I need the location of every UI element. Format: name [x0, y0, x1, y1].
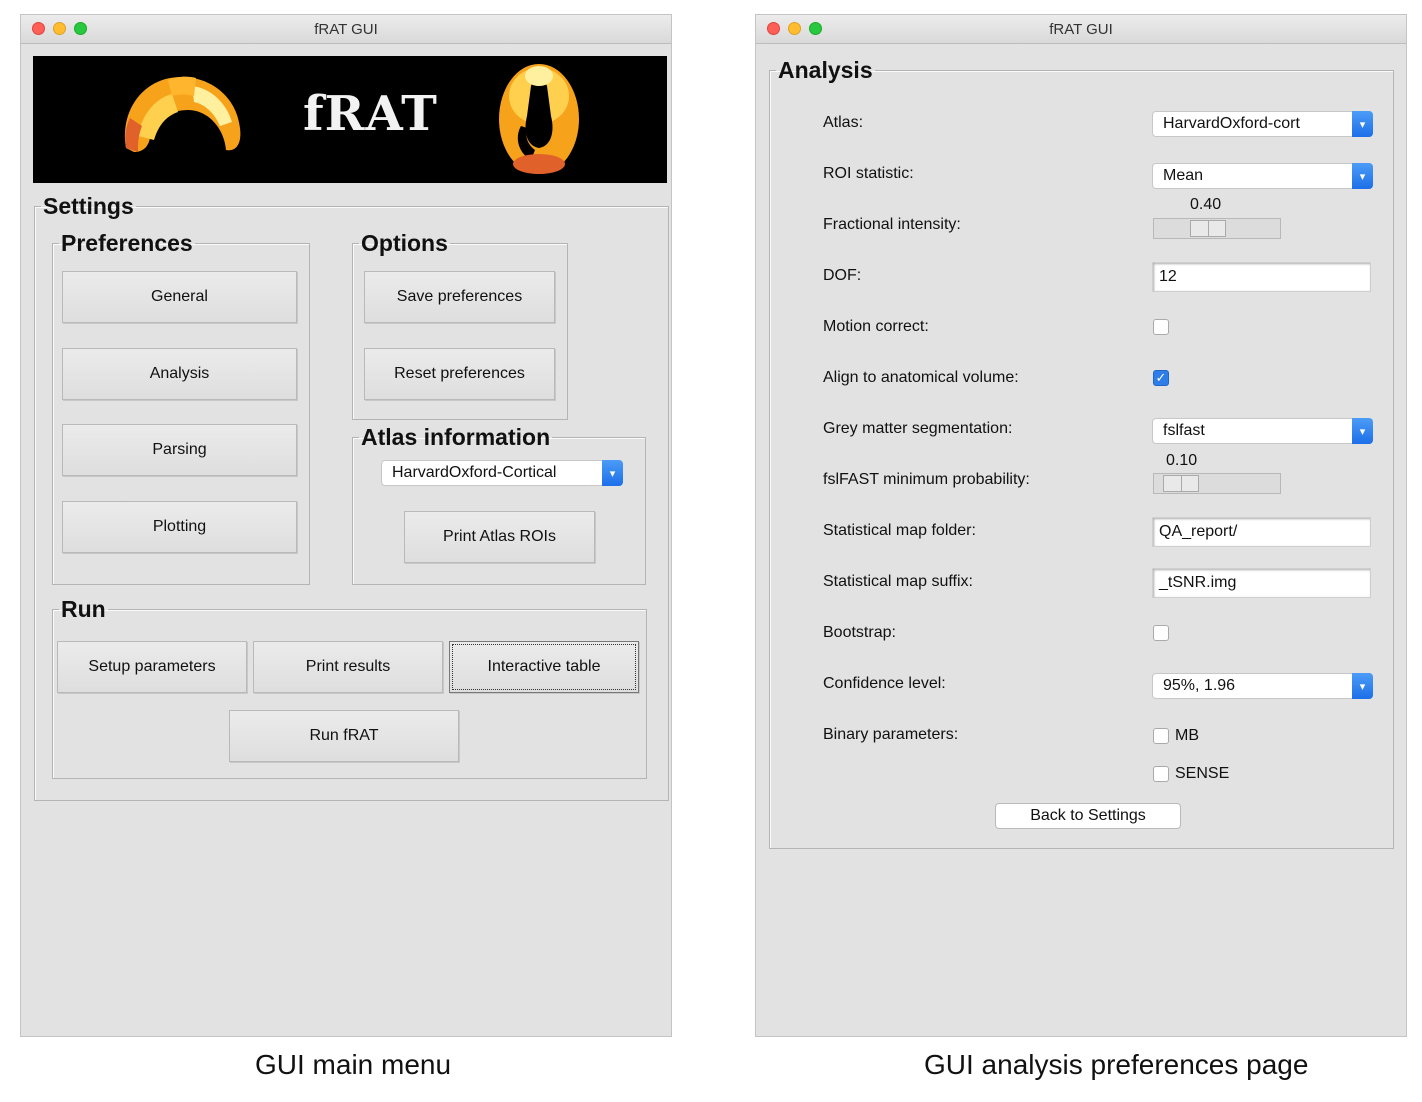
grey-matter-select[interactable]: fslfast ▾	[1152, 418, 1373, 444]
fslfast-min-prob-label: fslFAST minimum probability:	[823, 471, 1030, 488]
atlas-select-value: HarvardOxford-cort	[1163, 115, 1300, 132]
fslfast-min-prob-value: 0.10	[1166, 452, 1198, 469]
print-results-button[interactable]: Print results	[253, 641, 443, 693]
bootstrap-checkbox[interactable]	[1153, 625, 1169, 641]
logo-text: fRAT	[303, 86, 438, 142]
chevron-down-icon: ▾	[1352, 418, 1373, 444]
chevron-down-icon: ▾	[602, 460, 623, 486]
preferences-legend: Preferences	[61, 230, 193, 256]
left-caption: GUI main menu	[255, 1049, 452, 1080]
frat-banner: fRAT	[33, 56, 667, 183]
sense-label: SENSE	[1175, 765, 1230, 782]
setup-parameters-button[interactable]: Setup parameters	[57, 641, 247, 693]
title-bar: fRAT GUI	[756, 15, 1406, 44]
chevron-down-icon: ▾	[1352, 673, 1373, 699]
title-bar: fRAT GUI	[21, 15, 671, 44]
analysis-button[interactable]: Analysis	[62, 348, 297, 400]
mb-checkbox[interactable]	[1153, 728, 1169, 744]
confidence-level-select[interactable]: 95%, 1.96 ▾	[1152, 673, 1373, 699]
settings-legend: Settings	[43, 193, 134, 219]
dof-field[interactable]: 12	[1152, 262, 1371, 292]
interactive-table-button[interactable]: Interactive table	[449, 641, 639, 693]
back-to-settings-button[interactable]: Back to Settings	[995, 803, 1181, 829]
atlas-label: Atlas:	[823, 114, 864, 131]
grey-matter-value: fslfast	[1163, 422, 1205, 439]
right-caption: GUI analysis preferences page	[924, 1049, 1309, 1080]
stat-map-folder-label: Statistical map folder:	[823, 522, 976, 539]
brain-sagittal-icon	[124, 76, 241, 152]
align-anatomical-label: Align to anatomical volume:	[823, 369, 1019, 386]
sense-checkbox[interactable]	[1153, 766, 1169, 782]
slider-thumb[interactable]	[1190, 220, 1226, 237]
atlas-information-legend: Atlas information	[361, 424, 551, 450]
mb-label: MB	[1175, 727, 1199, 744]
fslfast-min-prob-slider[interactable]	[1153, 473, 1281, 494]
reset-preferences-button[interactable]: Reset preferences	[364, 348, 555, 400]
stat-map-suffix-field[interactable]: _tSNR.img	[1152, 568, 1371, 598]
roi-statistic-select[interactable]: Mean ▾	[1152, 163, 1373, 189]
stat-map-folder-field[interactable]: QA_report/	[1152, 517, 1371, 547]
options-legend: Options	[361, 230, 448, 256]
motion-correct-label: Motion correct:	[823, 318, 929, 335]
grey-matter-label: Grey matter segmentation:	[823, 420, 1013, 437]
fractional-intensity-slider[interactable]	[1153, 218, 1281, 239]
atlas-select[interactable]: HarvardOxford-cort ▾	[1152, 111, 1373, 137]
window-title: fRAT GUI	[1049, 21, 1113, 38]
align-anatomical-checkbox[interactable]: ✓	[1153, 370, 1169, 386]
run-legend: Run	[61, 596, 106, 622]
parsing-button[interactable]: Parsing	[62, 424, 297, 476]
window-title: fRAT GUI	[314, 21, 378, 38]
atlas-select-value: HarvardOxford-Cortical	[392, 464, 557, 481]
run-frat-button[interactable]: Run fRAT	[229, 710, 459, 762]
plotting-button[interactable]: Plotting	[62, 501, 297, 553]
main-menu-window: fRAT GUI fRAT Settings Preferences Gener…	[20, 14, 672, 1037]
analysis-preferences-window: fRAT GUI Analysis Atlas: HarvardOxford-c…	[755, 14, 1407, 1037]
general-button[interactable]: General	[62, 271, 297, 323]
save-preferences-button[interactable]: Save preferences	[364, 271, 555, 323]
fractional-intensity-label: Fractional intensity:	[823, 216, 961, 233]
binary-parameters-label: Binary parameters:	[823, 726, 959, 743]
chevron-down-icon: ▾	[1352, 163, 1373, 189]
dof-label: DOF:	[823, 267, 862, 284]
print-atlas-rois-button[interactable]: Print Atlas ROIs	[404, 511, 595, 563]
roi-statistic-value: Mean	[1163, 167, 1204, 184]
analysis-legend: Analysis	[778, 57, 873, 83]
confidence-level-label: Confidence level:	[823, 675, 946, 692]
slider-thumb[interactable]	[1163, 475, 1199, 492]
motion-correct-checkbox[interactable]	[1153, 319, 1169, 335]
stat-map-suffix-label: Statistical map suffix:	[823, 573, 973, 590]
bootstrap-label: Bootstrap:	[823, 624, 896, 641]
roi-statistic-label: ROI statistic:	[823, 165, 914, 182]
confidence-level-value: 95%, 1.96	[1163, 677, 1236, 694]
fractional-intensity-value: 0.40	[1190, 196, 1222, 213]
brain-axial-icon	[499, 64, 579, 174]
chevron-down-icon: ▾	[1352, 111, 1373, 137]
checkmark-icon: ✓	[1155, 370, 1167, 385]
atlas-select[interactable]: HarvardOxford-Cortical ▾	[381, 460, 623, 486]
